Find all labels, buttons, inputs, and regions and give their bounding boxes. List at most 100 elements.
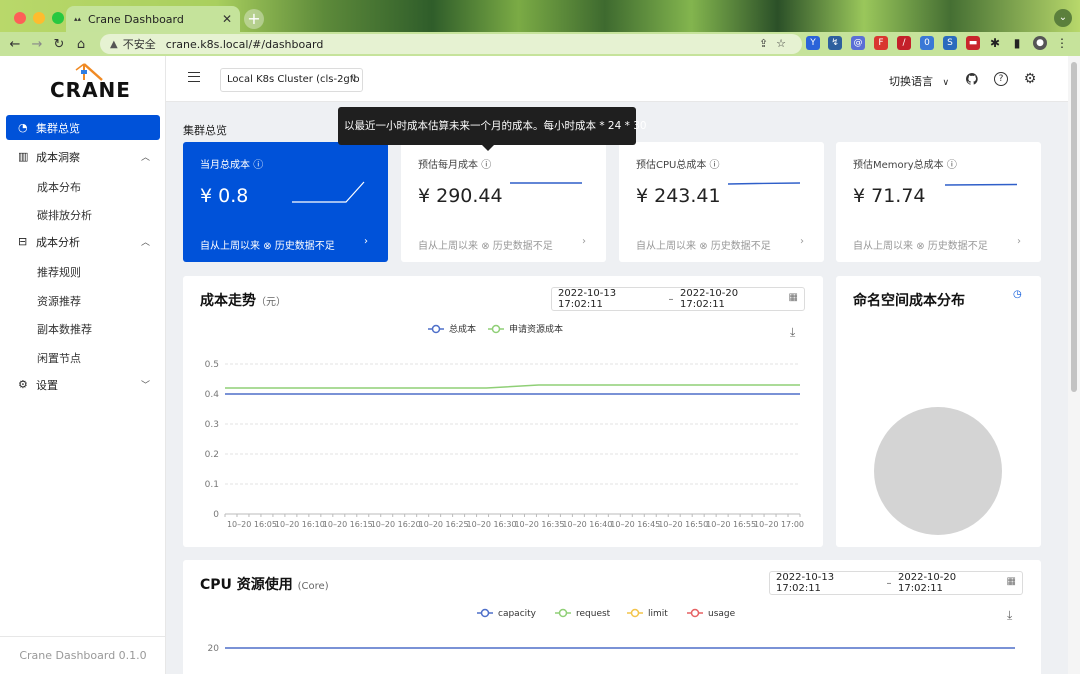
extension-icon[interactable]: ↯ — [828, 36, 842, 50]
cluster-select[interactable]: Local K8s Cluster (cls-2gfb ∨ — [220, 68, 363, 92]
window-close-button[interactable] — [14, 12, 26, 24]
top-header: Local K8s Cluster (cls-2gfb ∨ 切换语言 ∨ ? ⚙ — [166, 56, 1068, 102]
browser-tab-strip: ▴▴ Crane Dashboard ✕ + ⌄ — [0, 0, 1080, 32]
browser-tab-title: Crane Dashboard — [88, 12, 184, 26]
close-tab-icon[interactable]: ✕ — [222, 12, 232, 26]
close-circle-icon: ⊗ — [699, 241, 708, 252]
sidebar-item-idle-nodes[interactable]: 闲置节点 — [37, 350, 81, 366]
extension-icon[interactable]: F — [874, 36, 888, 50]
profile-avatar[interactable]: ● — [1033, 36, 1047, 50]
app-root: CRANE ◔ 集群总览 ▥ 成本洞察 ︿ 成本分布 碳排放分析 ⊟ 成本分析 … — [0, 56, 1068, 674]
extension-icon[interactable]: ▬ — [966, 36, 980, 50]
url-input[interactable]: ▲ 不安全 crane.k8s.local/#/dashboard ⇪☆ — [100, 34, 802, 54]
share-bookmark-icons[interactable]: ⇪☆ — [759, 37, 794, 50]
stat-card-monthly-total[interactable]: 当月总成本 ⓘ ¥ 0.8 自从上周以来 ⊗ 历史数据不足 › — [183, 142, 388, 262]
extension-icon[interactable]: @ — [851, 36, 865, 50]
close-circle-icon: ⊗ — [481, 241, 490, 252]
sidebar-item-label: 集群总览 — [36, 121, 80, 135]
stat-card-label: 预估每月成本 ⓘ — [418, 160, 492, 171]
info-icon[interactable]: ⓘ — [481, 160, 491, 171]
sidebar-item-cost-insight[interactable]: ▥ 成本洞察 ︿ — [6, 144, 160, 169]
stat-card-monthly-estimate[interactable]: 预估每月成本 ⓘ ¥ 290.44 自从上周以来 ⊗ 历史数据不足 › — [401, 142, 606, 262]
chevron-up-icon: ︿ — [140, 238, 150, 248]
date-separator: – — [668, 293, 674, 305]
panel-title: CPU 资源使用 (Core) — [200, 577, 329, 593]
puzzle-icon[interactable]: ✱ — [988, 36, 1002, 50]
calendar-icon: ▦ — [788, 292, 798, 303]
date-start: 2022-10-13 17:02:11 — [776, 572, 835, 594]
window-zoom-button[interactable] — [52, 12, 64, 24]
section-title: 集群总览 — [183, 124, 227, 137]
stat-card-foot: 自从上周以来 ⊗ 历史数据不足 — [418, 241, 553, 252]
scrollbar-thumb[interactable] — [1071, 62, 1077, 392]
menu-toggle-icon[interactable] — [188, 72, 200, 82]
help-icon[interactable]: ? — [994, 72, 1008, 86]
extension-icon[interactable]: 0 — [920, 36, 934, 50]
date-end: 2022-10-20 17:02:11 — [898, 572, 957, 594]
language-switch[interactable]: 切换语言 ∨ — [889, 73, 949, 89]
sidepanel-icon[interactable]: ▮ — [1010, 36, 1024, 50]
sparkline — [727, 182, 801, 185]
close-circle-icon: ⊗ — [263, 241, 272, 252]
chevron-down-icon: ∨ — [350, 74, 357, 84]
chevron-up-icon: ︿ — [140, 153, 150, 163]
github-icon[interactable] — [965, 72, 979, 86]
language-label: 切换语言 — [889, 75, 933, 88]
stat-card-label: 当月总成本 ⓘ — [200, 160, 264, 171]
stat-card-value: ¥ 71.74 — [853, 185, 926, 207]
gear-icon[interactable]: ⚙ — [1023, 72, 1037, 86]
stat-card-label: 预估CPU总成本 ⓘ — [636, 160, 720, 171]
sidebar: CRANE ◔ 集群总览 ▥ 成本洞察 ︿ 成本分布 碳排放分析 ⊟ 成本分析 … — [0, 56, 166, 674]
chevron-right-icon[interactable]: › — [800, 236, 804, 247]
stat-card-value: ¥ 290.44 — [418, 185, 503, 207]
info-icon[interactable]: ⓘ — [253, 160, 263, 171]
stat-card-value: ¥ 243.41 — [636, 185, 721, 207]
logo-text: CRANE — [50, 78, 131, 102]
sidebar-item-cost-analysis[interactable]: ⊟ 成本分析 ︿ — [6, 229, 160, 254]
forward-icon[interactable]: → — [26, 37, 48, 52]
stat-card-cpu-estimate[interactable]: 预估CPU总成本 ⓘ ¥ 243.41 自从上周以来 ⊗ 历史数据不足 › — [619, 142, 824, 262]
sparkline — [292, 181, 365, 203]
tab-search-icon[interactable]: ⌄ — [1054, 9, 1072, 27]
stat-card-memory-estimate[interactable]: 预估Memory总成本 ⓘ ¥ 71.74 自从上周以来 ⊗ 历史数据不足 › — [836, 142, 1041, 262]
window-minimize-button[interactable] — [33, 12, 45, 24]
sparkline — [510, 182, 582, 184]
sidebar-item-recommend-rules[interactable]: 推荐规则 — [37, 264, 81, 280]
chevron-right-icon[interactable]: › — [1017, 236, 1021, 247]
home-icon[interactable]: ⌂ — [70, 37, 92, 52]
date-range-picker[interactable]: 2022-10-13 17:02:11 – 2022-10-20 17:02:1… — [551, 287, 805, 311]
sidebar-item-label: 成本分析 — [36, 235, 80, 249]
address-bar: ← → ↻ ⌂ ▲ 不安全 crane.k8s.local/#/dashboar… — [0, 32, 1080, 56]
sidebar-item-carbon-analysis[interactable]: 碳排放分析 — [37, 207, 92, 223]
date-range-picker[interactable]: 2022-10-13 17:02:11 – 2022-10-20 17:02:1… — [769, 571, 1023, 595]
info-icon[interactable]: ⓘ — [947, 160, 957, 171]
sidebar-item-resource-recommend[interactable]: 资源推荐 — [37, 293, 81, 309]
chevron-right-icon[interactable]: › — [364, 236, 368, 247]
chevron-right-icon[interactable]: › — [582, 236, 586, 247]
sidebar-item-label: 设置 — [36, 378, 58, 392]
calendar-icon: ▦ — [1006, 576, 1016, 587]
back-icon[interactable]: ← — [4, 37, 26, 52]
extension-icon[interactable]: / — [897, 36, 911, 50]
url-text: crane.k8s.local/#/dashboard — [165, 37, 324, 51]
more-menu-icon[interactable]: ⋮ — [1055, 36, 1069, 50]
sidebar-item-cluster-overview[interactable]: ◔ 集群总览 — [6, 115, 160, 140]
sidebar-item-replicas-recommend[interactable]: 副本数推荐 — [37, 321, 92, 337]
new-tab-button[interactable]: + — [244, 9, 264, 29]
minus-square-icon: ⊟ — [18, 235, 28, 248]
download-icon[interactable]: ⤓ — [1007, 608, 1012, 623]
extension-icon[interactable]: Y — [806, 36, 820, 50]
sidebar-item-cost-distribution[interactable]: 成本分布 — [37, 179, 81, 195]
reload-icon[interactable]: ↻ — [48, 37, 70, 52]
info-icon[interactable]: ⓘ — [710, 160, 720, 171]
date-start: 2022-10-13 17:02:11 — [558, 288, 617, 310]
cost-trend-panel: 成本走势（元） 2022-10-13 17:02:11 – 2022-10-20… — [183, 276, 823, 547]
sidebar-item-settings[interactable]: ⚙ 设置 ﹀ — [6, 372, 160, 397]
cluster-select-value: Local K8s Cluster (cls-2gfb — [227, 74, 360, 85]
clock-icon[interactable]: ◷ — [1013, 289, 1022, 300]
download-icon[interactable]: ⤓ — [790, 325, 795, 340]
extension-icon[interactable]: S — [943, 36, 957, 50]
page-scrollbar[interactable] — [1068, 56, 1080, 674]
stat-card-label: 预估Memory总成本 ⓘ — [853, 160, 957, 171]
browser-tab[interactable]: ▴▴ Crane Dashboard ✕ — [66, 6, 240, 32]
